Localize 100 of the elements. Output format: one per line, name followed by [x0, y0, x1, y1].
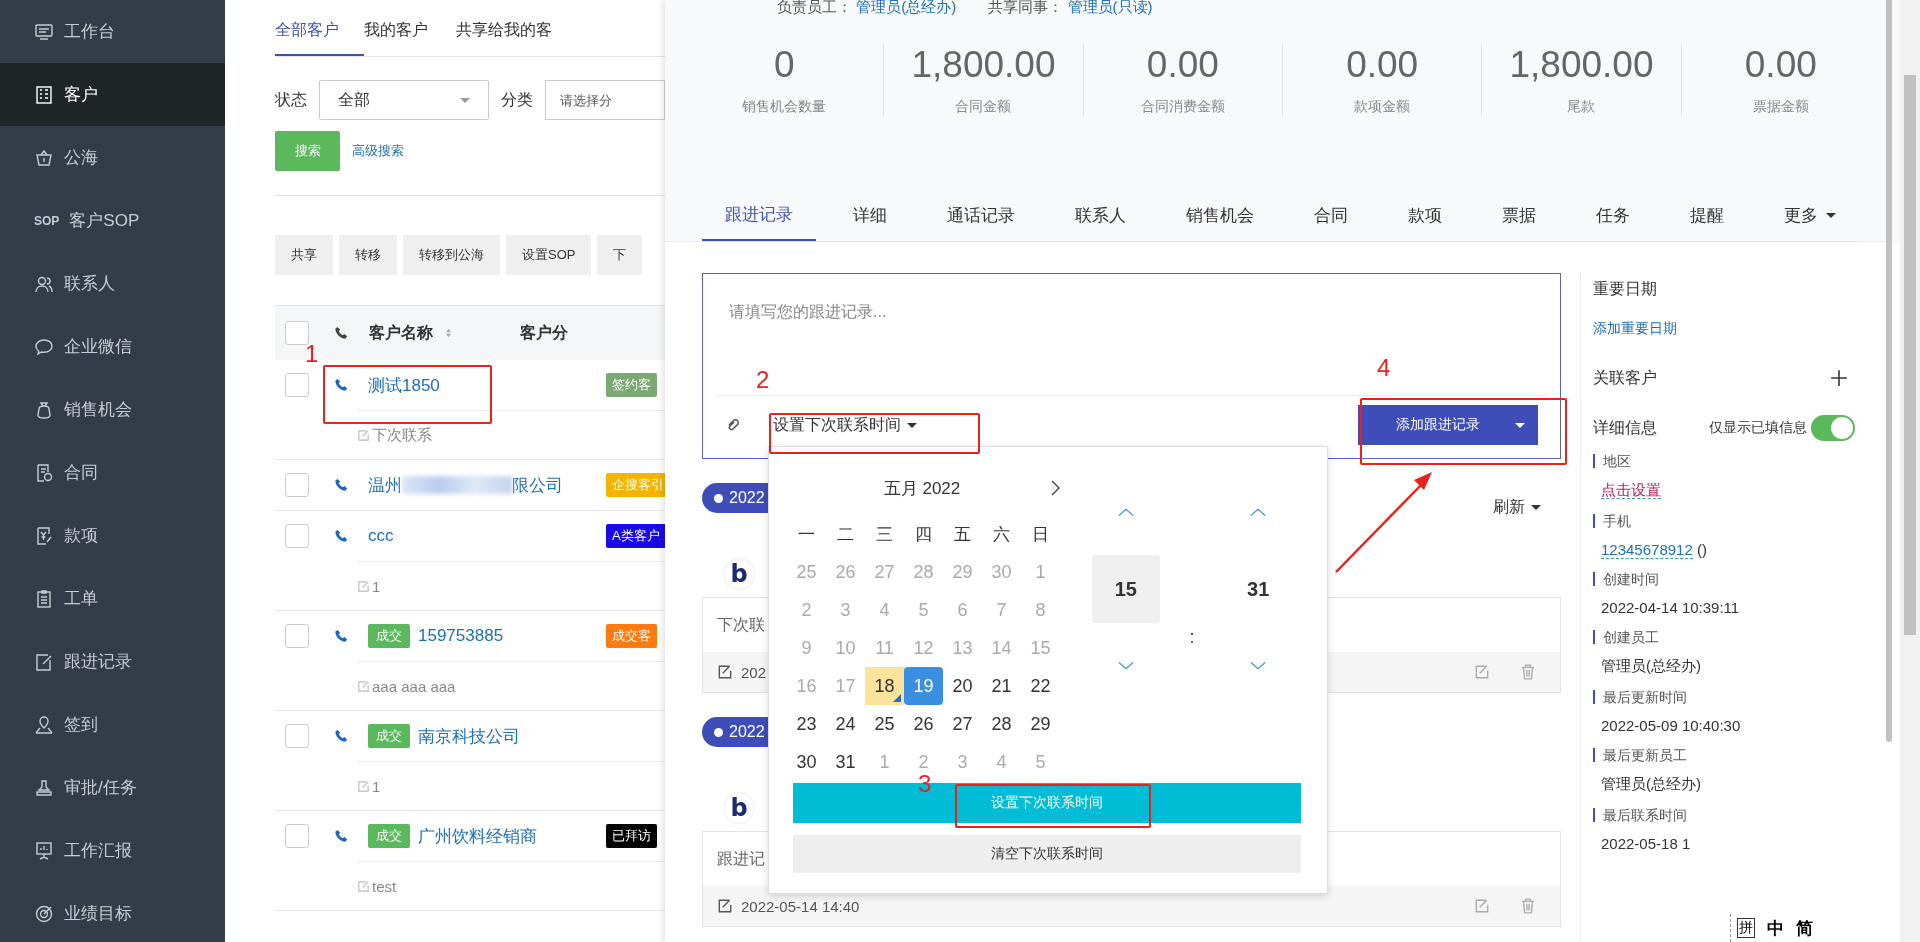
checkbox[interactable] — [285, 373, 309, 397]
scrollbar[interactable] — [1904, 75, 1916, 635]
edit-icon[interactable] — [357, 779, 370, 793]
phone-icon[interactable] — [334, 529, 348, 543]
calendar-day[interactable]: 22 — [1021, 667, 1060, 705]
action-button[interactable]: 设置SOP — [506, 235, 592, 275]
phone-link[interactable]: 12345678912 — [1601, 541, 1693, 559]
calendar-day[interactable]: 26 — [904, 705, 943, 743]
ime-key[interactable]: 简 — [1796, 916, 1813, 940]
calendar-day[interactable]: 29 — [1021, 705, 1060, 743]
sidebar-item[interactable]: 企业微信 — [0, 315, 225, 378]
column-header[interactable]: 客户名称 — [369, 322, 433, 344]
edit-icon[interactable] — [357, 428, 370, 442]
paperclip-icon[interactable] — [725, 417, 741, 433]
sidebar-item[interactable]: 联系人 — [0, 252, 225, 315]
checkbox[interactable] — [285, 473, 309, 497]
chevron-up-icon[interactable] — [1249, 507, 1268, 517]
tab[interactable]: 全部客户 — [275, 0, 364, 56]
sidebar-item[interactable]: 合同 — [0, 441, 225, 504]
edit-icon[interactable] — [357, 679, 370, 693]
edit-icon[interactable] — [1474, 664, 1490, 680]
trash-icon[interactable] — [1520, 664, 1536, 680]
checkbox[interactable] — [285, 624, 309, 648]
add-icon[interactable] — [1830, 369, 1848, 387]
trash-icon[interactable] — [1520, 898, 1536, 914]
sidebar-item[interactable]: 工作汇报 — [0, 819, 225, 882]
tab[interactable]: 销售机会 — [1163, 190, 1277, 241]
set-region-link[interactable]: 点击设置 — [1601, 481, 1661, 499]
sidebar-item[interactable]: 销售机会 — [0, 378, 225, 441]
phone-icon[interactable] — [334, 729, 348, 743]
action-button[interactable]: 转移 — [339, 235, 397, 275]
toggle-switch[interactable] — [1811, 415, 1855, 441]
action-button[interactable]: 转移到公海 — [403, 235, 500, 275]
customer-name-link[interactable]: 159753885 — [418, 626, 504, 646]
tab[interactable]: 跟进记录 — [702, 190, 816, 241]
tab[interactable]: 我的客户 — [364, 0, 456, 56]
add-follow-up-button[interactable]: 添加跟进记录 — [1358, 405, 1502, 445]
refresh-dropdown[interactable]: 刷新 — [1493, 497, 1541, 518]
sidebar-item[interactable]: 公海 — [0, 126, 225, 189]
edit-icon[interactable] — [357, 879, 370, 893]
ime-key[interactable]: 中 — [1767, 916, 1784, 940]
checkbox[interactable] — [285, 524, 309, 548]
customer-name-link[interactable]: 测试1850 — [368, 373, 440, 397]
tab[interactable]: 联系人 — [1052, 190, 1149, 241]
next-contact-dropdown[interactable]: 设置下次联系时间 — [773, 414, 917, 436]
sidebar-item[interactable]: 签到 — [0, 693, 225, 756]
calendar-day[interactable]: 24 — [826, 705, 865, 743]
customer-name-link[interactable]: 广州饮料经销商 — [418, 824, 537, 848]
phone-icon[interactable] — [334, 378, 348, 392]
sidebar-item[interactable]: 工作台 — [0, 0, 225, 63]
checkbox[interactable] — [285, 321, 309, 345]
calendar-day[interactable]: 21 — [982, 667, 1021, 705]
shared-link[interactable]: 管理员(只读) — [1067, 0, 1153, 15]
sidebar-item[interactable]: 业绩目标 — [0, 882, 225, 942]
action-button[interactable]: 下 — [597, 235, 643, 275]
action-button[interactable]: 共享 — [275, 235, 333, 275]
calendar-day[interactable]: 25 — [865, 705, 904, 743]
chevron-down-icon[interactable] — [1116, 661, 1135, 671]
calendar-day[interactable]: 27 — [943, 705, 982, 743]
calendar-day[interactable]: 31 — [826, 743, 865, 781]
tab[interactable]: 详细 — [830, 190, 910, 241]
scrollbar[interactable] — [1886, 0, 1892, 742]
dropdown-toggle[interactable] — [1502, 405, 1538, 445]
customer-name-link[interactable]: ccc — [368, 526, 394, 546]
sidebar-item[interactable]: 审批/任务 — [0, 756, 225, 819]
sidebar-item[interactable]: 跟进记录 — [0, 630, 225, 693]
chevron-up-icon[interactable] — [1116, 507, 1135, 517]
sidebar-item[interactable]: 工单 — [0, 567, 225, 630]
hour-value[interactable]: 15 — [1091, 555, 1160, 623]
add-date-link[interactable]: 添加重要日期 — [1593, 320, 1863, 338]
checkbox[interactable] — [285, 824, 309, 848]
tab[interactable]: 通话记录 — [924, 190, 1038, 241]
calendar-day[interactable]: 18 — [865, 667, 904, 705]
checkbox[interactable] — [285, 724, 309, 748]
customer-name-link[interactable]: 温州 — [368, 473, 402, 497]
phone-icon[interactable] — [334, 478, 348, 492]
edit-icon[interactable] — [1474, 898, 1490, 914]
minute-value[interactable]: 31 — [1224, 555, 1293, 623]
sidebar-item[interactable]: 款项 — [0, 504, 225, 567]
tab[interactable]: 提醒 — [1667, 190, 1747, 241]
tab[interactable]: 票据 — [1479, 190, 1559, 241]
customer-name-link[interactable]: 限公司 — [512, 473, 563, 497]
chevron-down-icon[interactable] — [1249, 661, 1268, 671]
tab[interactable]: 更多 — [1761, 190, 1859, 241]
category-field[interactable]: 请选择分 — [545, 80, 665, 120]
ime-key[interactable]: 拼 — [1737, 918, 1755, 938]
advanced-search-link[interactable]: 高级搜索 — [352, 142, 404, 160]
sidebar-item[interactable]: SOP 客户SOP — [0, 189, 225, 252]
tab[interactable]: 合同 — [1291, 190, 1371, 241]
clear-time-button[interactable]: 清空下次联系时间 — [793, 835, 1301, 873]
phone-icon[interactable] — [334, 829, 348, 843]
calendar-day[interactable]: 20 — [943, 667, 982, 705]
customer-name-link[interactable]: 南京科技公司 — [418, 724, 520, 748]
owner-link[interactable]: 管理员(总经办) — [856, 0, 957, 15]
tab[interactable]: 共享给我的客 — [456, 0, 580, 56]
status-select[interactable]: 全部 — [319, 80, 489, 120]
sidebar-item[interactable]: 客户 — [0, 63, 225, 126]
edit-icon[interactable] — [357, 579, 370, 593]
tab[interactable]: 任务 — [1573, 190, 1653, 241]
sort-icon[interactable] — [445, 328, 452, 338]
